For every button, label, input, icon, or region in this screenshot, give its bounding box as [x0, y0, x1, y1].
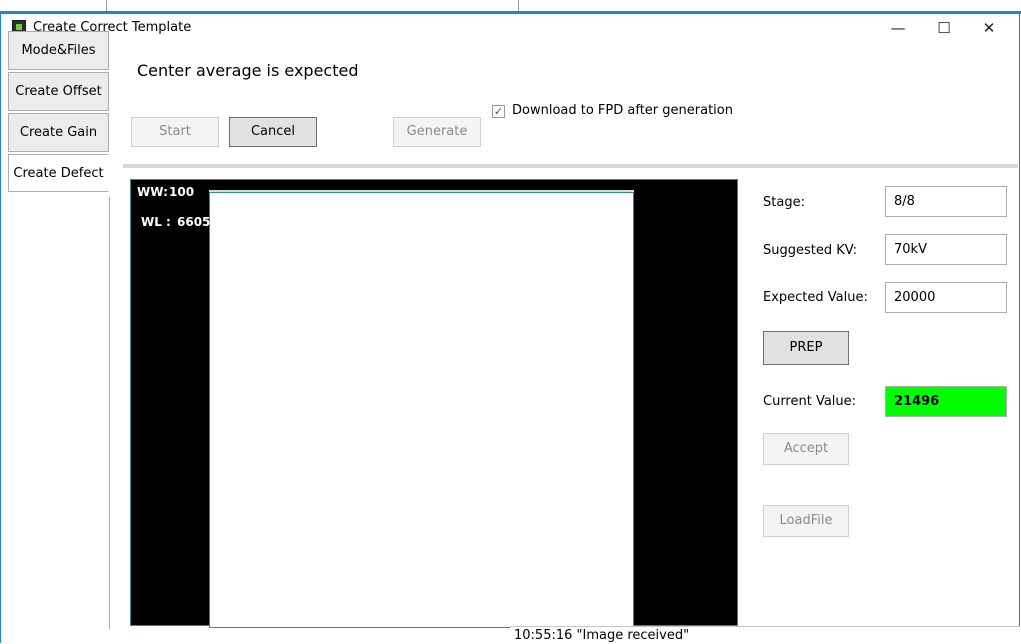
loadfile-button[interactable]: LoadFile [763, 505, 849, 537]
status-log: 10:55:16 "Image received" [510, 626, 1020, 643]
maximize-button[interactable]: ☐ [924, 14, 964, 42]
image-canvas[interactable] [209, 192, 634, 628]
generate-button[interactable]: Generate [393, 117, 481, 147]
window-level-label: WL : [141, 215, 171, 229]
section-divider [123, 164, 1018, 168]
background-window-strip [0, 0, 1021, 14]
cancel-button[interactable]: Cancel [229, 117, 317, 147]
tab-create-gain[interactable]: Create Gain [8, 113, 109, 152]
tab-create-offset[interactable]: Create Offset [8, 72, 109, 111]
start-button[interactable]: Start [131, 117, 219, 147]
expected-value-field[interactable]: 20000 [885, 282, 1007, 313]
close-button[interactable]: ✕ [969, 14, 1009, 42]
tab-create-defect[interactable]: Create Defect [8, 154, 109, 192]
stage-label: Stage: [763, 195, 805, 210]
stage-field[interactable]: 8/8 [885, 186, 1007, 217]
tab-panel-border [109, 197, 110, 629]
tab-mode-files[interactable]: Mode&Files [8, 31, 109, 70]
download-checkbox[interactable]: ✓ [492, 105, 505, 118]
window-level-value: 6605 [177, 215, 211, 229]
instruction-text: Center average is expected [137, 61, 359, 80]
window-width-label: WW: [137, 185, 168, 199]
minimize-button[interactable]: — [878, 14, 918, 42]
current-value-label: Current Value: [763, 394, 857, 409]
prep-button[interactable]: PREP [763, 331, 849, 365]
window-width-value: 100 [169, 185, 195, 199]
expected-value-label: Expected Value: [763, 290, 868, 305]
strip-divider [106, 0, 107, 11]
title-bar[interactable]: Create Correct Template — ☐ ✕ [1, 14, 1019, 42]
accept-button[interactable]: Accept [763, 433, 849, 465]
suggested-kv-label: Suggested KV: [763, 243, 857, 258]
current-value-field: 21496 [885, 386, 1007, 417]
suggested-kv-field[interactable]: 70kV [885, 234, 1007, 265]
image-viewer[interactable]: WW: 100 WL : 6605 [130, 179, 738, 628]
strip-divider [518, 0, 519, 11]
download-checkbox-label: Download to FPD after generation [512, 103, 733, 118]
